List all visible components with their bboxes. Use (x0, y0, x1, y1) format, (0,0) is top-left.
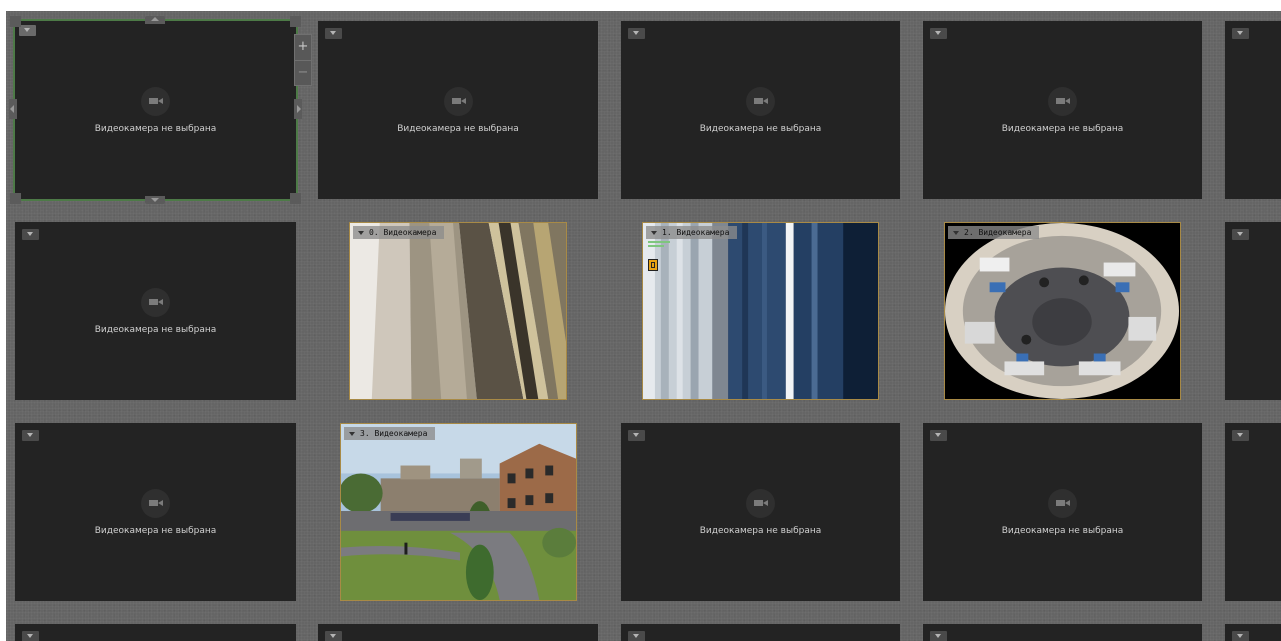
cell-menu-dropdown-icon[interactable] (628, 631, 645, 641)
video-cell-camera-1[interactable]: 1. Видеокамера (642, 222, 879, 400)
no-camera-text: Видеокамера не выбрана (397, 124, 519, 134)
video-cell-empty[interactable]: Видеокамера не выбрана (318, 21, 598, 199)
no-camera-placeholder: Видеокамера не выбрана (15, 87, 296, 134)
audio-alert-icon[interactable] (648, 259, 658, 271)
camera-title-label[interactable]: 0. Видеокамера (353, 226, 445, 239)
cell-menu-dropdown-icon[interactable] (22, 631, 39, 641)
video-layout-grid: Видеокамера не выбрана + − Видеокамера н… (6, 11, 1281, 641)
no-camera-placeholder: Видеокамера не выбрана (15, 288, 296, 335)
no-camera-placeholder: Видеокамера не выбрана (923, 489, 1202, 536)
chevron-down-icon (651, 230, 657, 235)
chevron-down-icon (953, 230, 959, 235)
video-cell-empty[interactable]: Видеокамера не выбрана (923, 423, 1202, 601)
no-camera-placeholder: Видеокамера не выбрана (318, 87, 598, 134)
resize-corner-top-right[interactable] (290, 16, 301, 27)
resize-corner-bottom-right[interactable] (290, 193, 301, 204)
cell-menu-dropdown-icon[interactable] (1232, 28, 1249, 39)
no-camera-text: Видеокамера не выбрана (1001, 124, 1124, 134)
camera-title-label[interactable]: 3. Видеокамера (344, 427, 436, 440)
video-cell-empty-partial[interactable] (1225, 21, 1281, 199)
zoom-out-button[interactable]: − (295, 60, 311, 86)
camera-icon (1048, 87, 1077, 116)
camera-icon (443, 87, 473, 116)
video-cell-empty[interactable]: Видеокамера не выбрана (15, 222, 296, 400)
cell-menu-dropdown-icon[interactable] (325, 631, 342, 641)
video-cell-empty[interactable]: Видеокамера не выбрана (923, 21, 1202, 199)
video-cell-camera-2[interactable]: 2. Видеокамера (944, 222, 1181, 400)
video-cell-camera-3[interactable]: 3. Видеокамера (340, 423, 577, 601)
no-camera-text: Видеокамера не выбрана (94, 325, 217, 335)
chevron-down-icon (358, 230, 364, 235)
resize-handle-right-icon[interactable] (294, 99, 302, 119)
video-cell-empty-partial[interactable] (923, 624, 1202, 641)
camera-name: 1. Видеокамера (662, 228, 730, 237)
camera-1-video-feed (643, 223, 878, 399)
camera-3-video-feed (341, 424, 576, 600)
no-camera-placeholder: Видеокамера не выбрана (621, 489, 900, 536)
zoom-in-button[interactable]: + (295, 35, 311, 60)
camera-0-video-feed (350, 223, 566, 399)
no-camera-text: Видеокамера не выбрана (1001, 526, 1124, 536)
camera-title-label[interactable]: 1. Видеокамера (646, 226, 738, 239)
camera-name: 2. Видеокамера (964, 228, 1032, 237)
cell-menu-dropdown-icon[interactable] (325, 28, 342, 39)
cell-menu-dropdown-icon[interactable] (1232, 631, 1249, 641)
resize-handle-left-icon[interactable] (9, 99, 17, 119)
resize-handle-bottom-icon[interactable] (145, 196, 165, 204)
camera-name: 3. Видеокамера (360, 429, 428, 438)
video-cell-empty-selected[interactable]: Видеокамера не выбрана (9, 16, 302, 204)
cell-menu-dropdown-icon[interactable] (930, 430, 947, 441)
no-camera-placeholder: Видеокамера не выбрана (923, 87, 1202, 134)
cell-menu-dropdown-icon[interactable] (22, 430, 39, 441)
camera-2-video-feed (945, 223, 1180, 399)
camera-icon (1048, 489, 1077, 518)
video-cell-empty[interactable]: Видеокамера не выбрана (621, 423, 900, 601)
video-cell-empty[interactable]: Видеокамера не выбрана (621, 21, 900, 199)
camera-icon (746, 87, 775, 116)
cell-menu-dropdown-icon[interactable] (1232, 430, 1249, 441)
zoom-control: + − (294, 34, 312, 86)
cell-menu-dropdown-icon[interactable] (930, 28, 947, 39)
video-cell-empty-partial[interactable] (1225, 624, 1281, 641)
no-camera-text: Видеокамера не выбрана (94, 526, 217, 536)
resize-corner-bottom-left[interactable] (10, 193, 21, 204)
video-cell-empty[interactable]: Видеокамера не выбрана (15, 423, 296, 601)
no-camera-placeholder: Видеокамера не выбрана (15, 489, 296, 536)
video-cell-empty-partial[interactable] (318, 624, 598, 641)
camera-icon (141, 489, 170, 518)
no-camera-text: Видеокамера не выбрана (94, 124, 217, 134)
video-cell-camera-0[interactable]: 0. Видеокамера (349, 222, 567, 400)
camera-title-label[interactable]: 2. Видеокамера (948, 226, 1040, 239)
no-camera-text: Видеокамера не выбрана (699, 124, 822, 134)
cell-menu-dropdown-icon[interactable] (930, 631, 947, 641)
signal-level-bars (648, 241, 670, 249)
camera-name: 0. Видеокамера (369, 228, 437, 237)
no-camera-placeholder: Видеокамера не выбрана (621, 87, 900, 134)
video-cell-empty-partial[interactable] (15, 624, 296, 641)
video-cell-empty-partial[interactable] (1225, 222, 1281, 400)
cell-menu-dropdown-icon[interactable] (19, 25, 36, 36)
cell-menu-dropdown-icon[interactable] (1232, 229, 1249, 240)
resize-handle-top-icon[interactable] (145, 16, 165, 24)
resize-corner-top-left[interactable] (10, 16, 21, 27)
camera-icon (141, 288, 170, 317)
cell-menu-dropdown-icon[interactable] (628, 28, 645, 39)
chevron-down-icon (349, 431, 355, 436)
cell-menu-dropdown-icon[interactable] (628, 430, 645, 441)
video-cell-empty-partial[interactable] (1225, 423, 1281, 601)
camera-icon (746, 489, 775, 518)
cell-menu-dropdown-icon[interactable] (22, 229, 39, 240)
no-camera-text: Видеокамера не выбрана (699, 526, 822, 536)
video-cell-empty-partial[interactable] (621, 624, 900, 641)
camera-icon (141, 87, 170, 116)
